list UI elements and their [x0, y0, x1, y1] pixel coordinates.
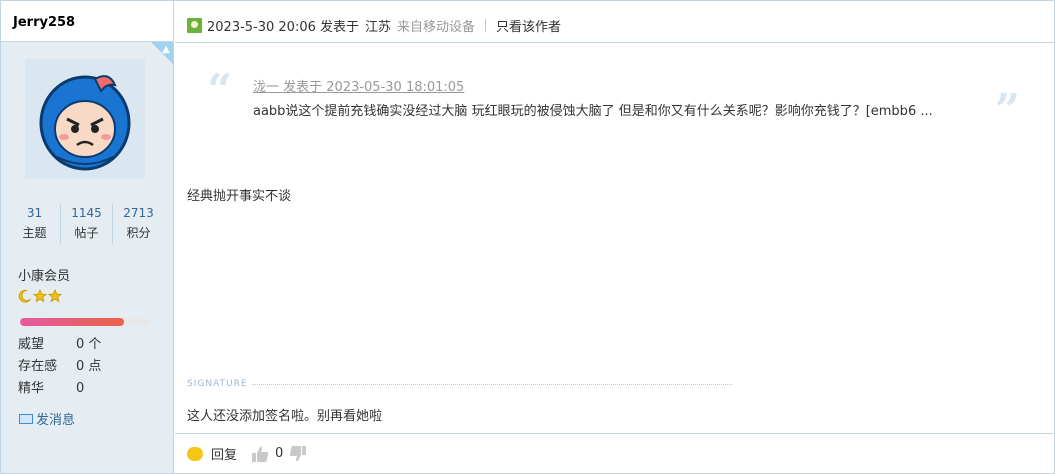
rank-progress-bar: [20, 318, 150, 326]
stat-posts[interactable]: 1145 帖子: [60, 204, 112, 244]
only-author-link[interactable]: 只看该作者: [496, 16, 561, 35]
reply-icon: [187, 446, 203, 461]
info-value: 0 点: [76, 359, 102, 374]
android-icon: ▲: [162, 44, 170, 55]
avatar-image: [39, 75, 131, 171]
stat-credits-count: 2713: [123, 206, 154, 220]
post-container: Jerry258 ▲ 31 主题 1145 帖子 2713 积分 小康会员 威望…: [0, 0, 1055, 474]
author-info: 威望 0 个 存在感 0 点 精华 0: [18, 334, 101, 400]
author-sidebar: Jerry258 ▲ 31 主题 1145 帖子 2713 积分 小康会员 威望…: [1, 1, 174, 473]
post-main: 2023-5-30 20:06 发表于 江苏 来自移动设备 只看该作者 “ 泷一…: [175, 1, 1055, 473]
info-row-digest: 精华 0: [18, 378, 101, 400]
info-row-presence: 存在感 0 点: [18, 356, 101, 378]
stat-threads[interactable]: 31 主题: [9, 204, 60, 244]
author-username[interactable]: Jerry258: [13, 15, 75, 30]
divider: [485, 19, 487, 32]
quote-text: aabb说这个提前充钱确实没经过大脑 玩红眼玩的被侵蚀大脑了 但是和你又有什么关…: [253, 104, 933, 119]
close-quote-icon: ”: [994, 85, 1020, 136]
post-footer: 回复 0: [187, 444, 313, 463]
info-key: 威望: [18, 337, 45, 352]
stat-threads-label: 主题: [22, 226, 47, 240]
moon-icon: [18, 289, 31, 303]
rank-stars: [18, 289, 62, 303]
thumbs-up-icon[interactable]: [251, 445, 269, 463]
stat-posts-label: 帖子: [74, 226, 99, 240]
send-message-link[interactable]: 发消息: [19, 409, 75, 428]
info-value: 0: [76, 381, 85, 396]
stat-threads-count: 31: [26, 206, 43, 220]
post-location: 江苏: [365, 20, 392, 35]
info-key: 精华: [18, 381, 45, 396]
quote-author-link[interactable]: 泷一 发表于 2023-05-30 18:01:05: [253, 76, 464, 95]
info-value: 0 个: [76, 337, 102, 352]
open-quote-icon: “: [207, 65, 233, 116]
star-icon: [48, 289, 62, 303]
author-stats: 31 主题 1145 帖子 2713 积分: [9, 204, 164, 244]
info-key: 存在感: [18, 359, 58, 374]
online-user-icon: [187, 18, 202, 33]
like-count: 0: [275, 446, 284, 461]
header-divider: [175, 42, 1055, 43]
quote-block: “ 泷一 发表于 2023-05-30 18:01:05 aabb说这个提前充钱…: [205, 69, 1020, 136]
signature-text: 这人还没添加签名啦。别再看她啦: [187, 409, 383, 424]
star-icon: [33, 289, 47, 303]
envelope-icon: [19, 413, 33, 424]
send-message-label: 发消息: [36, 413, 76, 428]
footer-divider: [175, 433, 1055, 434]
reply-button[interactable]: 回复: [211, 444, 237, 463]
stat-credits[interactable]: 2713 积分: [112, 204, 164, 244]
post-time: 2023-5-30 20:06 发表于: [207, 20, 360, 35]
author-header: Jerry258: [1, 1, 173, 42]
post-content: 经典抛开事实不谈: [187, 189, 292, 204]
info-row-prestige: 威望 0 个: [18, 334, 101, 356]
signature-dots: [251, 384, 732, 385]
member-rank[interactable]: 小康会员: [18, 265, 70, 284]
signature-label: SIGNATURE: [187, 379, 248, 389]
stat-posts-count: 1145: [71, 206, 102, 220]
post-header: 2023-5-30 20:06 发表于 江苏 来自移动设备 只看该作者: [187, 16, 561, 35]
thumbs-down-icon[interactable]: [289, 445, 307, 463]
avatar[interactable]: [25, 59, 145, 179]
rank-progress-fill: [20, 318, 124, 326]
post-device: 来自移动设备: [397, 20, 476, 35]
signature-divider: SIGNATURE: [187, 379, 732, 389]
stat-credits-label: 积分: [126, 226, 151, 240]
